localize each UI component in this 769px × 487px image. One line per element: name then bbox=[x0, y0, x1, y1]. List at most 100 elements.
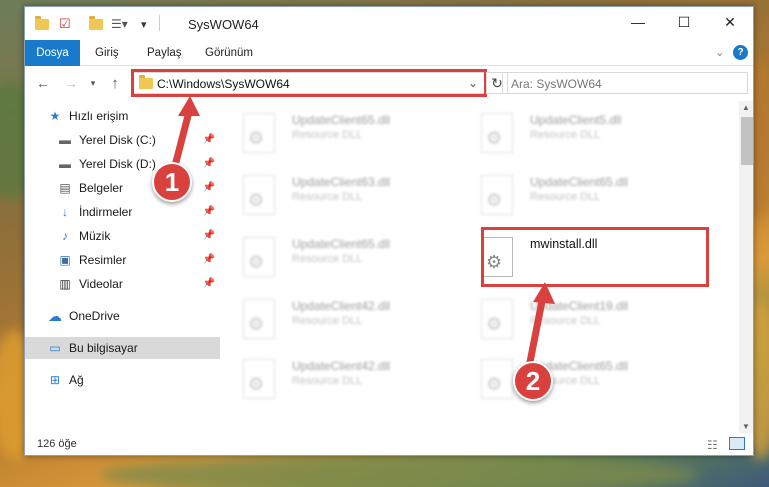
dll-file-icon bbox=[243, 299, 275, 339]
drive-icon: ▬ bbox=[59, 133, 71, 147]
file-item[interactable]: UpdateClient65.dll Resource DLL bbox=[221, 105, 441, 161]
address-highlight-box bbox=[131, 69, 487, 97]
tab-file[interactable]: Dosya bbox=[25, 40, 80, 66]
image-icon: ▣ bbox=[59, 253, 71, 267]
file-item[interactable]: UpdateClient19.dll Resource DLL bbox=[459, 291, 679, 347]
star-icon: ★ bbox=[49, 109, 61, 123]
sidebar-item-quick-access[interactable]: ★ Hızlı erişim bbox=[25, 105, 220, 127]
sidebar-item-onedrive[interactable]: ☁ OneDrive bbox=[25, 305, 220, 327]
sidebar-item-this-pc[interactable]: ▭ Bu bilgisayar bbox=[25, 337, 220, 359]
customize-icon[interactable]: ☰▾ bbox=[111, 15, 128, 33]
ribbon-expand-icon[interactable]: ⌄ bbox=[705, 40, 735, 66]
help-icon[interactable]: ? bbox=[733, 45, 748, 60]
download-icon: ↓ bbox=[62, 205, 68, 219]
tab-home[interactable]: Giriş bbox=[85, 40, 129, 66]
file-item[interactable]: UpdateClient65.dll Resource DLL bbox=[459, 351, 679, 407]
file-item[interactable]: UpdateClient63.dll Resource DLL bbox=[221, 167, 441, 223]
title-bar: ☑ ☰▾ ▾ SysWOW64 — ☐ ✕ bbox=[25, 7, 753, 39]
sidebar-item-music[interactable]: ♪ Müzik 📌 bbox=[25, 225, 220, 247]
file-description: Resource DLL bbox=[292, 375, 363, 387]
vertical-scrollbar[interactable]: ▲ ▼ bbox=[739, 101, 753, 433]
maximize-button[interactable]: ☐ bbox=[661, 7, 707, 37]
title-divider bbox=[159, 15, 160, 31]
sidebar-item-label: Yerel Disk (C:) bbox=[79, 133, 156, 147]
file-description: Resource DLL bbox=[530, 191, 601, 203]
close-button[interactable]: ✕ bbox=[707, 7, 753, 37]
pin-icon[interactable]: 📌 bbox=[203, 254, 215, 265]
file-description: Resource DLL bbox=[292, 191, 363, 203]
sidebar-item-label: Yerel Disk (D:) bbox=[79, 157, 156, 171]
large-icons-view-icon[interactable] bbox=[729, 437, 745, 450]
step-marker-2: 2 bbox=[513, 361, 553, 401]
dll-file-icon bbox=[481, 113, 513, 153]
sidebar-item-pictures[interactable]: ▣ Resimler 📌 bbox=[25, 249, 220, 271]
file-description: Resource DLL bbox=[530, 129, 601, 141]
dll-file-icon bbox=[243, 359, 275, 399]
sidebar-item-label: OneDrive bbox=[69, 309, 120, 323]
file-item[interactable]: UpdateClient42.dll Resource DLL bbox=[221, 291, 441, 347]
pin-icon[interactable]: 📌 bbox=[203, 182, 215, 193]
pin-icon[interactable]: 📌 bbox=[203, 230, 215, 241]
details-view-icon[interactable]: ☷ bbox=[707, 438, 718, 452]
document-icon: ▤ bbox=[59, 181, 71, 195]
file-name: UpdateClient65.dll bbox=[292, 237, 391, 251]
sidebar-item-videos[interactable]: ▥ Videolar 📌 bbox=[25, 273, 220, 295]
background-foliage bbox=[100, 455, 700, 487]
window-title: SysWOW64 bbox=[188, 17, 259, 32]
forward-arrow-icon[interactable]: → bbox=[61, 73, 81, 93]
file-name: UpdateClient63.dll bbox=[292, 175, 391, 189]
sidebar-item-label: Müzik bbox=[79, 229, 111, 243]
scroll-up-icon[interactable]: ▲ bbox=[742, 103, 750, 112]
properties-icon[interactable]: ☑ bbox=[59, 15, 71, 33]
search-box[interactable]: Ara: SysWOW64 bbox=[502, 72, 748, 94]
status-bar: 126 öğe ☷ bbox=[25, 433, 753, 455]
tab-share[interactable]: Paylaş bbox=[137, 40, 192, 66]
search-placeholder: Ara: SysWOW64 bbox=[511, 77, 602, 91]
new-folder-icon[interactable] bbox=[89, 15, 103, 33]
folder-icon[interactable] bbox=[35, 15, 49, 33]
minimize-button[interactable]: — bbox=[615, 7, 661, 37]
sidebar-item-downloads[interactable]: ↓ İndirmeler 📌 bbox=[25, 201, 220, 223]
dll-file-icon bbox=[243, 237, 275, 277]
navigation-bar: ← → ▾ ↑ C:\Windows\SysWOW64 ⌄ ↻ Ara: Sys… bbox=[25, 67, 753, 101]
sidebar-item-label: Videolar bbox=[79, 277, 123, 291]
sidebar-item-local-disk-c[interactable]: ▬ Yerel Disk (C:) 📌 bbox=[25, 129, 220, 151]
file-item[interactable]: UpdateClient5.dll Resource DLL bbox=[459, 105, 679, 161]
file-name: UpdateClient19.dll bbox=[530, 299, 629, 313]
navigation-pane: ★ Hızlı erişim ▬ Yerel Disk (C:) 📌 ▬ Yer… bbox=[25, 101, 220, 433]
file-highlight-box bbox=[481, 227, 709, 287]
pin-icon[interactable]: 📌 bbox=[203, 158, 215, 169]
recent-dropdown-icon[interactable]: ▾ bbox=[83, 73, 103, 93]
file-item[interactable]: UpdateClient65.dll Resource DLL bbox=[459, 167, 679, 223]
cloud-icon: ☁ bbox=[48, 307, 62, 324]
scrollbar-thumb[interactable] bbox=[741, 117, 753, 165]
file-name: UpdateClient42.dll bbox=[292, 299, 391, 313]
video-icon: ▥ bbox=[59, 277, 71, 291]
sidebar-item-label: Bu bilgisayar bbox=[69, 341, 138, 355]
dll-file-icon bbox=[481, 359, 513, 399]
drive-icon: ▬ bbox=[59, 157, 71, 171]
music-icon: ♪ bbox=[62, 229, 68, 243]
ribbon-tabs: Dosya Giriş Paylaş Görünüm ⌄ ? bbox=[25, 40, 753, 66]
item-count: 126 öğe bbox=[37, 438, 77, 450]
file-description: Resource DLL bbox=[292, 129, 363, 141]
back-arrow-icon[interactable]: ← bbox=[33, 73, 53, 93]
explorer-window: ☑ ☰▾ ▾ SysWOW64 — ☐ ✕ Dosya Giriş Paylaş… bbox=[24, 6, 754, 456]
pin-icon[interactable]: 📌 bbox=[203, 134, 215, 145]
file-item[interactable]: UpdateClient65.dll Resource DLL bbox=[221, 229, 441, 285]
tab-view[interactable]: Görünüm bbox=[195, 40, 263, 66]
step-marker-1: 1 bbox=[152, 162, 192, 202]
sidebar-item-label: İndirmeler bbox=[79, 205, 133, 219]
quick-access-dropdown-icon[interactable]: ▾ bbox=[141, 15, 147, 33]
file-description: Resource DLL bbox=[292, 253, 363, 265]
computer-icon: ▭ bbox=[49, 341, 61, 355]
pin-icon[interactable]: 📌 bbox=[203, 278, 215, 289]
dll-file-icon bbox=[243, 113, 275, 153]
sidebar-item-network[interactable]: ⊞ Ağ bbox=[25, 369, 220, 391]
sidebar-item-label: Hızlı erişim bbox=[69, 109, 129, 123]
scroll-down-icon[interactable]: ▼ bbox=[742, 422, 750, 431]
sidebar-item-local-disk-d[interactable]: ▬ Yerel Disk (D:) 📌 bbox=[25, 153, 220, 175]
up-arrow-icon[interactable]: ↑ bbox=[105, 73, 125, 93]
file-item[interactable]: UpdateClient42.dll Resource DLL bbox=[221, 351, 441, 407]
pin-icon[interactable]: 📌 bbox=[203, 206, 215, 217]
